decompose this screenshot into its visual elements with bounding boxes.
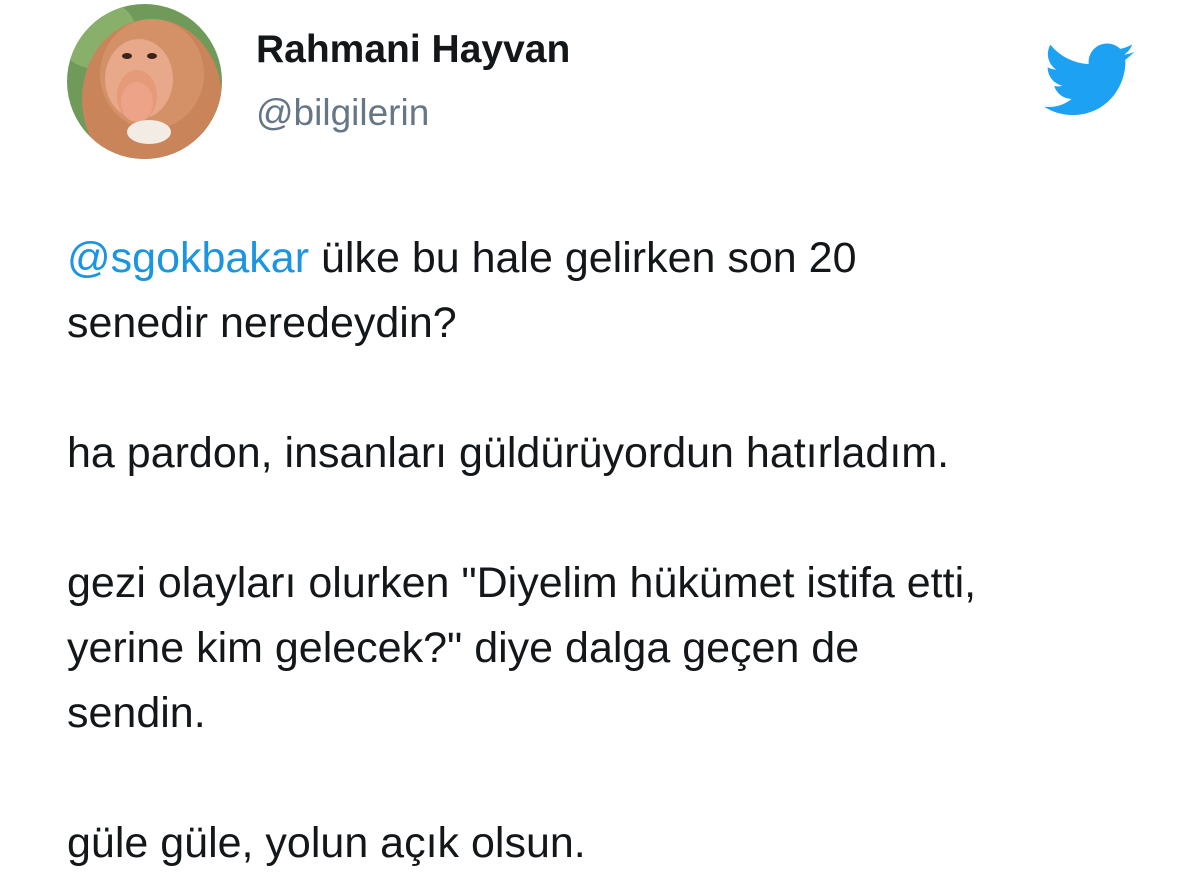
tweet-line-1: @sgokbakar ülke bu hale gelirken son 20 — [67, 226, 1167, 291]
username[interactable]: @bilgilerin — [256, 94, 429, 131]
tweet-card: Rahmani Hayvan @bilgilerin @sgokbakar ül… — [0, 0, 1200, 891]
tweet-paragraph-3-line-2: yerine kim gelecek?" diye dalga geçen de — [67, 624, 860, 672]
tweet-line-2: senedir neredeydin? — [67, 299, 457, 347]
twitter-bird-icon — [1044, 42, 1136, 120]
tweet-paragraph-3-line-1: gezi olayları olurken "Diyelim hükümet i… — [67, 559, 977, 607]
avatar[interactable] — [67, 4, 222, 159]
tweet-paragraph-4: güle güle, yolun açık olsun. — [67, 819, 586, 867]
tweet-paragraph-2: ha pardon, insanları güldürüyordun hatır… — [67, 429, 950, 477]
mention-link[interactable]: @sgokbakar — [67, 234, 309, 282]
tweet-paragraph-3-line-3: sendin. — [67, 689, 206, 737]
tweet-text: @sgokbakar ülke bu hale gelirken son 20 … — [67, 226, 1167, 876]
tweet-line-1-text: ülke bu hale gelirken son 20 — [309, 234, 857, 282]
display-name[interactable]: Rahmani Hayvan — [256, 30, 570, 69]
proboscis-monkey-avatar — [67, 4, 222, 159]
